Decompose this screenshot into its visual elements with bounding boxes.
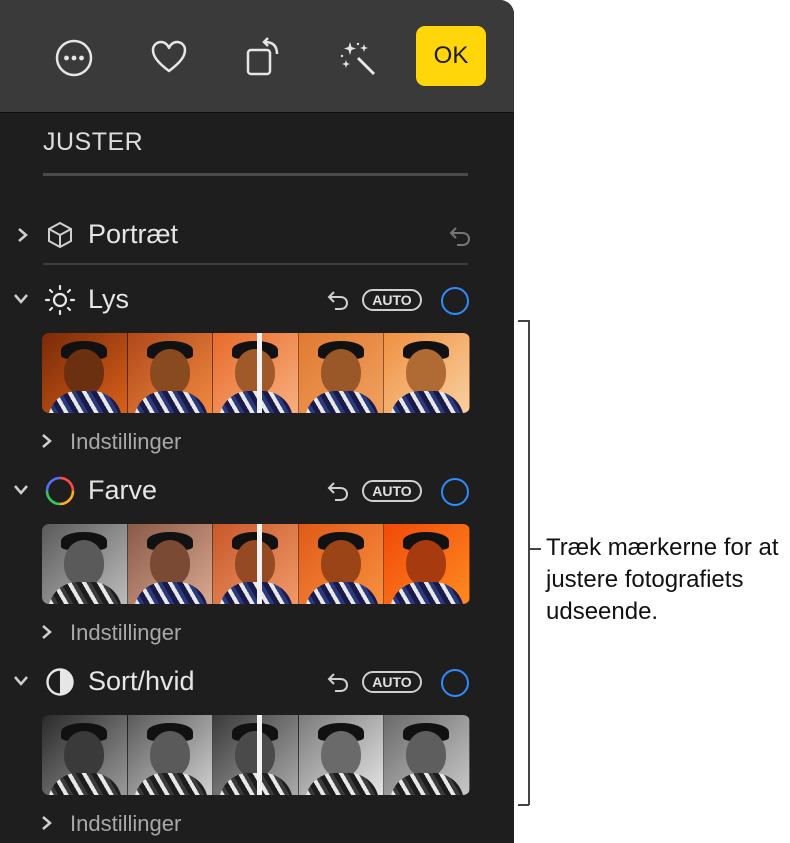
slider-thumbnail-strip[interactable] bbox=[42, 333, 470, 413]
section-label-sorthvid[interactable]: Sort/hvid bbox=[88, 666, 195, 697]
callout-bracket bbox=[528, 320, 530, 805]
undo-icon[interactable] bbox=[326, 480, 350, 502]
undo-icon[interactable] bbox=[326, 671, 350, 693]
thumbnail-frame bbox=[213, 524, 299, 604]
more-options-button[interactable] bbox=[44, 28, 104, 88]
thumbnail-frame bbox=[298, 524, 385, 604]
auto-button[interactable]: AUTO bbox=[362, 480, 422, 502]
chevron-down-icon[interactable] bbox=[12, 674, 30, 688]
enable-toggle[interactable] bbox=[441, 478, 469, 506]
chevron-right-icon[interactable] bbox=[40, 623, 54, 641]
callout-bracket-bottom bbox=[518, 804, 529, 806]
callout-text: Træk mærkerne for at justere fotografiet… bbox=[546, 534, 779, 625]
half-circle-icon bbox=[46, 668, 74, 696]
thumbnail-frame bbox=[127, 524, 214, 604]
thumbnail-frame bbox=[213, 715, 299, 795]
rotate-button[interactable] bbox=[233, 28, 293, 88]
undo-icon[interactable] bbox=[326, 289, 350, 311]
thumbnail-frame bbox=[42, 333, 128, 413]
section-label-lys[interactable]: Lys bbox=[88, 284, 129, 315]
slider-thumbnail-strip[interactable] bbox=[42, 715, 470, 795]
chevron-right-icon[interactable] bbox=[40, 814, 54, 832]
heart-icon bbox=[151, 40, 187, 73]
adjust-panel: OK JUSTER Portræt Lys AUTO Indstillinger… bbox=[0, 0, 514, 843]
portrait-divider bbox=[43, 263, 468, 265]
settings-disclosure[interactable]: Indstillinger bbox=[70, 620, 181, 646]
toolbar: OK bbox=[0, 0, 514, 113]
slider-handle[interactable] bbox=[257, 715, 262, 795]
sun-icon bbox=[44, 284, 76, 316]
auto-button[interactable]: AUTO bbox=[362, 671, 422, 693]
favorite-button[interactable] bbox=[139, 28, 199, 88]
magic-wand-icon bbox=[340, 42, 376, 76]
undo-icon[interactable] bbox=[448, 225, 472, 247]
chevron-right-icon[interactable] bbox=[16, 226, 30, 244]
section-label-farve[interactable]: Farve bbox=[88, 475, 157, 506]
ellipsis-circle-icon bbox=[55, 39, 93, 77]
rotate-icon bbox=[246, 37, 279, 76]
settings-disclosure[interactable]: Indstillinger bbox=[70, 429, 181, 455]
enable-toggle[interactable] bbox=[441, 287, 469, 315]
auto-button[interactable]: AUTO bbox=[362, 289, 422, 311]
slider-thumbnail-strip[interactable] bbox=[42, 524, 470, 604]
thumbnail-frame bbox=[127, 715, 214, 795]
chevron-right-icon[interactable] bbox=[40, 432, 54, 450]
chevron-down-icon[interactable] bbox=[12, 292, 30, 306]
thumbnail-frame bbox=[42, 715, 128, 795]
thumbnail-frame bbox=[384, 715, 470, 795]
thumbnail-frame bbox=[384, 333, 470, 413]
callout-bracket-top bbox=[518, 320, 529, 322]
enable-toggle[interactable] bbox=[441, 669, 469, 697]
thumbnail-frame bbox=[298, 333, 385, 413]
title-divider bbox=[43, 173, 468, 176]
ok-button[interactable]: OK bbox=[416, 26, 486, 86]
cube-icon bbox=[48, 221, 72, 249]
thumbnail-frame bbox=[213, 333, 299, 413]
slider-handle[interactable] bbox=[257, 333, 262, 413]
color-ring-icon bbox=[45, 476, 75, 506]
portrait-label[interactable]: Portræt bbox=[88, 219, 178, 250]
settings-disclosure[interactable]: Indstillinger bbox=[70, 811, 181, 837]
enhance-button[interactable] bbox=[328, 28, 388, 88]
thumbnail-frame bbox=[298, 715, 385, 795]
adjust-title: JUSTER bbox=[43, 128, 144, 156]
callout-pointer bbox=[529, 548, 541, 550]
thumbnail-frame bbox=[42, 524, 128, 604]
chevron-down-icon[interactable] bbox=[12, 483, 30, 497]
thumbnail-frame bbox=[127, 333, 214, 413]
slider-handle[interactable] bbox=[257, 524, 262, 604]
thumbnail-frame bbox=[384, 524, 470, 604]
